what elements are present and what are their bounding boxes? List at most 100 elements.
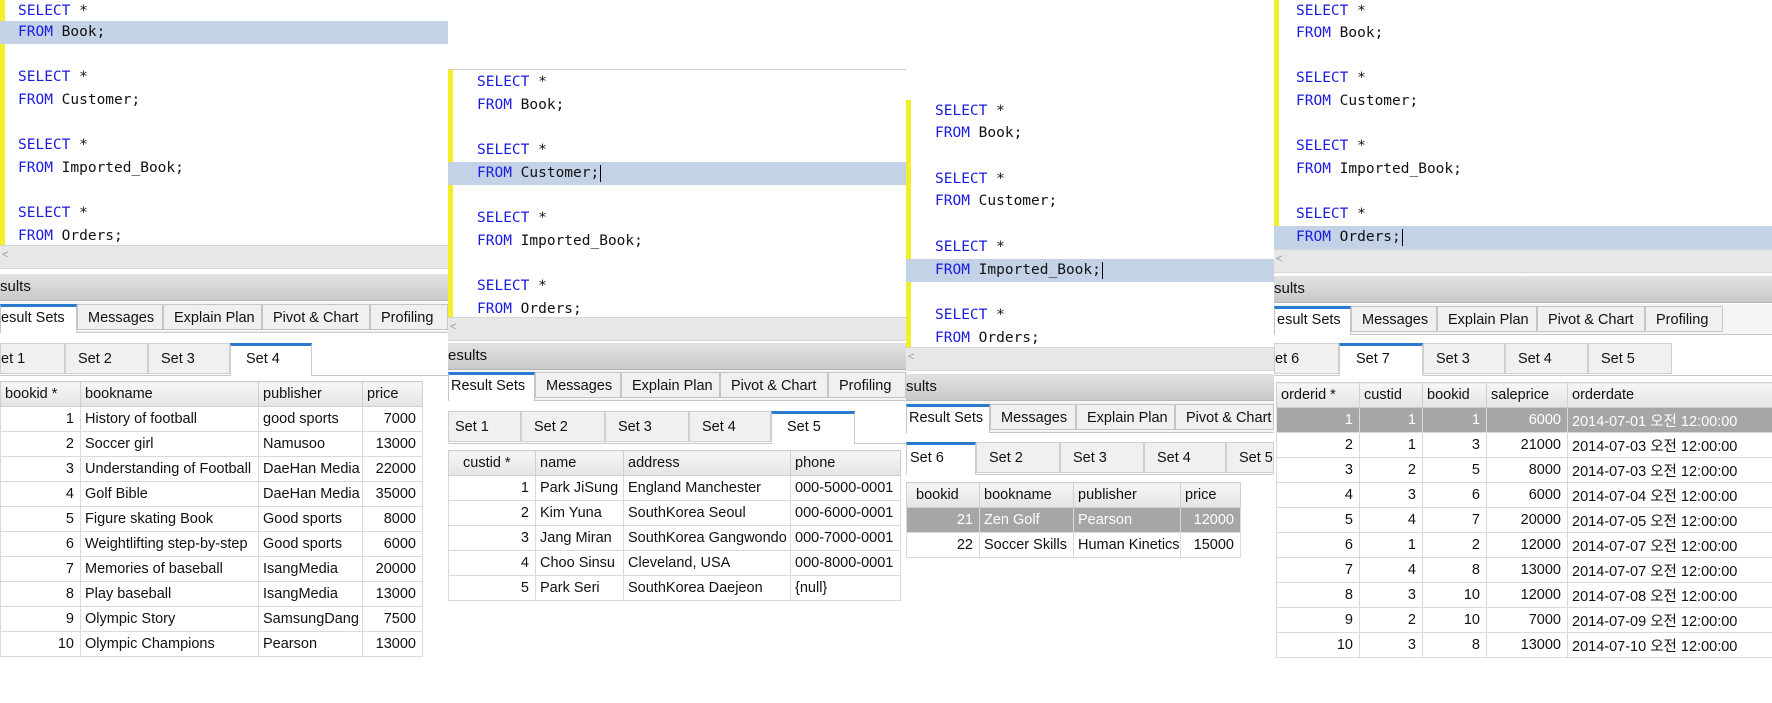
table-cell[interactable]: 3	[1359, 582, 1423, 608]
table-cell[interactable]: 13000	[1486, 557, 1568, 583]
editor-scrollbar[interactable]: <	[1274, 249, 1772, 273]
table-cell[interactable]: Pearson	[1073, 507, 1181, 533]
table-cell[interactable]: 1	[1359, 432, 1423, 458]
table-cell[interactable]: 22	[906, 532, 980, 558]
table-cell[interactable]: 21	[906, 507, 980, 533]
column-header[interactable]: price	[362, 381, 423, 407]
table-cell[interactable]: 8	[1422, 632, 1487, 658]
table-cell[interactable]: Olympic Story	[80, 606, 259, 632]
table-cell[interactable]: 2014-07-08 오전 12:00:00	[1567, 582, 1772, 608]
table-cell[interactable]: 1	[1422, 407, 1487, 433]
column-header[interactable]: custid	[1359, 382, 1423, 408]
tab-pivot-chart[interactable]: Pivot & Chart	[1175, 404, 1274, 430]
table-cell[interactable]: 13000	[362, 581, 423, 607]
table-row[interactable]: 3 Understanding of Football DaeHan Media 22…	[0, 456, 423, 482]
tab-set-4[interactable]: Set 4	[1505, 343, 1588, 374]
table-cell[interactable]: 4	[448, 550, 536, 576]
table-row[interactable]: 8 Play baseball IsangMedia 13000	[0, 581, 423, 607]
column-header[interactable]: saleprice	[1486, 382, 1568, 408]
column-header[interactable]: orderid *	[1276, 382, 1360, 408]
scroll-left-icon[interactable]: <	[2, 249, 8, 261]
table-cell[interactable]: 8000	[1486, 457, 1568, 483]
table-cell[interactable]: 2	[1359, 457, 1423, 483]
table-cell[interactable]: 4	[1359, 557, 1423, 583]
table-cell[interactable]: SouthKorea Seoul	[623, 500, 791, 526]
scroll-left-icon[interactable]: <	[450, 321, 456, 333]
table-cell[interactable]: 20000	[362, 556, 423, 582]
sql-editor-1[interactable]: SELECT * FROM Book; SELECT * FROM Custom…	[0, 0, 448, 245]
table-cell[interactable]: Good sports	[258, 506, 363, 532]
table-cell[interactable]: England Manchester	[623, 475, 791, 501]
tab-set-2[interactable]: Set 2	[976, 442, 1060, 473]
table-cell[interactable]: SouthKorea Gangwondo	[623, 525, 791, 551]
table-cell[interactable]: 4	[1276, 482, 1360, 508]
column-header[interactable]: bookid	[906, 482, 980, 508]
table-cell[interactable]: 21000	[1486, 432, 1568, 458]
table-cell[interactable]: 2014-07-07 오전 12:00:00	[1567, 532, 1772, 558]
table-cell[interactable]: 2014-07-07 오전 12:00:00	[1567, 557, 1772, 583]
tab-result-sets[interactable]: Result Sets	[448, 372, 535, 401]
column-header[interactable]: bookid	[1422, 382, 1487, 408]
editor-scrollbar[interactable]: <	[448, 317, 906, 341]
table-cell[interactable]: Understanding of Football	[80, 456, 259, 482]
table-cell[interactable]: 2014-07-10 오전 12:00:00	[1567, 632, 1772, 658]
table-cell[interactable]: 1	[1276, 407, 1360, 433]
table-cell[interactable]: 7	[0, 556, 81, 582]
table-cell[interactable]: 8	[1276, 582, 1360, 608]
table-cell[interactable]: 12000	[1180, 507, 1241, 533]
tab-messages[interactable]: Messages	[1351, 306, 1437, 332]
table-cell[interactable]: 8	[0, 581, 81, 607]
table-row[interactable]: 10 3 8 13000 2014-07-10 오전 12:00:00	[1276, 632, 1772, 658]
tab-set-1[interactable]: Set 1	[448, 411, 521, 442]
tab-pivot-chart[interactable]: Pivot & Chart	[1537, 306, 1645, 332]
table-cell[interactable]: 2014-07-05 오전 12:00:00	[1567, 507, 1772, 533]
table-cell[interactable]: 2014-07-04 오전 12:00:00	[1567, 482, 1772, 508]
table-cell[interactable]: 8	[1422, 557, 1487, 583]
table-cell[interactable]: good sports	[258, 406, 363, 432]
table-row[interactable]: 2 Kim Yuna SouthKorea Seoul 000-6000-0001	[448, 500, 901, 526]
table-cell[interactable]: 3	[1359, 632, 1423, 658]
tab-messages[interactable]: Messages	[990, 404, 1076, 430]
column-header[interactable]: address	[623, 450, 791, 476]
result-grid[interactable]: bookid bookname publisher price 21 Zen Go…	[906, 482, 1241, 558]
table-cell[interactable]: 7	[1422, 507, 1487, 533]
scroll-left-icon[interactable]: <	[908, 351, 914, 363]
tab-pivot-chart[interactable]: Pivot & Chart	[720, 372, 828, 398]
table-row[interactable]: 5 Figure skating Book Good sports 8000	[0, 506, 423, 532]
table-row[interactable]: 22 Soccer Skills Human Kinetics 15000	[906, 532, 1241, 558]
table-cell[interactable]: 2014-07-03 오전 12:00:00	[1567, 432, 1772, 458]
table-row[interactable]: 3 Jang Miran SouthKorea Gangwondo 000-7000-…	[448, 525, 901, 551]
table-cell[interactable]: 7500	[362, 606, 423, 632]
table-cell[interactable]: 6000	[362, 531, 423, 557]
table-cell[interactable]: Good sports	[258, 531, 363, 557]
result-grid[interactable]: custid * name address phone 1 Park JiSung…	[448, 450, 901, 601]
table-row[interactable]: 9 Olympic Story SamsungDang 7500	[0, 606, 423, 632]
table-cell[interactable]: 5	[448, 575, 536, 601]
table-row[interactable]: 6 Weightlifting step-by-step Good sports 60…	[0, 531, 423, 557]
table-cell[interactable]: {null}	[790, 575, 901, 601]
table-row[interactable]: 2 1 3 21000 2014-07-03 오전 12:00:00	[1276, 432, 1772, 458]
table-cell[interactable]: 3	[0, 456, 81, 482]
column-header[interactable]: bookname	[80, 381, 259, 407]
table-row[interactable]: 9 2 10 7000 2014-07-09 오전 12:00:00	[1276, 607, 1772, 633]
table-cell[interactable]: 2014-07-01 오전 12:00:00	[1567, 407, 1772, 433]
tab-result-sets[interactable]: esult Sets	[0, 304, 77, 333]
table-cell[interactable]: 10	[0, 631, 81, 657]
table-row[interactable]: 6 1 2 12000 2014-07-07 오전 12:00:00	[1276, 532, 1772, 558]
table-cell[interactable]: 35000	[362, 481, 423, 507]
table-cell[interactable]: IsangMedia	[258, 581, 363, 607]
table-cell[interactable]: 2	[1276, 432, 1360, 458]
table-cell[interactable]: Kim Yuna	[535, 500, 624, 526]
table-cell[interactable]: Golf Bible	[80, 481, 259, 507]
table-cell[interactable]: 12000	[1486, 532, 1568, 558]
table-cell[interactable]: 000-8000-0001	[790, 550, 901, 576]
table-row[interactable]: 5 Park Seri SouthKorea Daejeon {null}	[448, 575, 901, 601]
tab-set-3[interactable]: Set 3	[1423, 343, 1505, 374]
table-cell[interactable]: 5	[1276, 507, 1360, 533]
table-row[interactable]: 8 3 10 12000 2014-07-08 오전 12:00:00	[1276, 582, 1772, 608]
table-cell[interactable]: 2	[1422, 532, 1487, 558]
tab-set-3[interactable]: Set 3	[605, 411, 689, 442]
table-cell[interactable]: SamsungDang	[258, 606, 363, 632]
tab-profiling[interactable]: Profiling	[370, 304, 448, 330]
column-header[interactable]: publisher	[1073, 482, 1181, 508]
